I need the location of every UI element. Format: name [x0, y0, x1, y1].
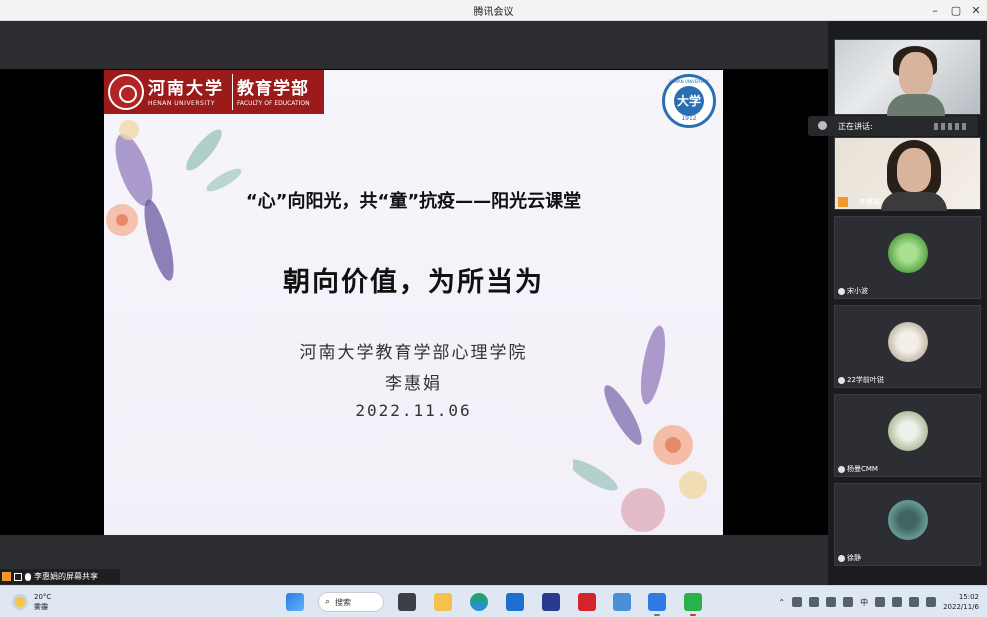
henan-university-logo: 河南大学 HENAN UNIVERSITY 教育学部 FACULTY OF ED…	[104, 70, 324, 114]
weather-haze-icon	[12, 594, 28, 610]
mcafee-icon[interactable]	[578, 593, 596, 611]
participant-tile[interactable]: 宋小波	[834, 216, 981, 299]
mic-icon	[838, 376, 845, 384]
cloud-icon[interactable]	[792, 597, 803, 607]
participant-avatar	[888, 322, 928, 362]
speaking-label: 正在讲话:	[838, 122, 873, 131]
participant-name: 李惠娟	[838, 197, 880, 207]
weather-desc: 雾霾	[34, 603, 48, 611]
participant-avatar	[888, 233, 928, 273]
active-app-indicator	[690, 614, 696, 616]
ime-indicator[interactable]: 中	[860, 597, 868, 608]
system-clock[interactable]: 15:02 2022/11/6	[943, 592, 979, 612]
mic-icon	[850, 198, 857, 206]
close-button[interactable]: ✕	[962, 0, 987, 21]
emblem-ring-text: HENAN UNIVERSITY	[669, 79, 709, 84]
volume-icon[interactable]	[909, 597, 920, 607]
mic-icon	[838, 554, 845, 562]
clock-time: 15:02	[958, 593, 979, 601]
wifi-icon[interactable]	[892, 597, 903, 607]
screen-share-icon	[14, 572, 22, 581]
tencent-meeting-icon[interactable]	[648, 593, 666, 611]
weather-text: 20°C 雾霾	[34, 592, 51, 612]
participant-tile[interactable]: 22学前叶锐	[834, 305, 981, 388]
participant-name-text: 宋小波	[847, 287, 868, 295]
participant-tile[interactable]	[834, 39, 981, 116]
screen-share-text: 李惠娟的屏幕共享	[34, 572, 98, 581]
mic-icon	[838, 465, 845, 473]
participant-name: 杨曼CMM	[838, 464, 878, 474]
windows-taskbar: 20°C 雾霾 ⌕ 搜索 ⌃ 中 15:02 2022/11/6	[0, 585, 987, 617]
sync-icon[interactable]	[809, 597, 820, 607]
screen-share-label[interactable]: 李惠娟的屏幕共享	[0, 569, 120, 584]
wechat-icon[interactable]	[684, 593, 702, 611]
host-icon	[838, 197, 848, 207]
mic-icon	[838, 287, 845, 295]
user-icon	[2, 572, 11, 581]
logo-university-cn: 河南大学	[148, 79, 224, 99]
participant-name: 22学前叶锐	[838, 375, 884, 385]
app-icon[interactable]	[542, 593, 560, 611]
logo-university-en: HENAN UNIVERSITY	[148, 100, 215, 107]
meeting-bottom-area	[0, 535, 828, 585]
mic-icon	[25, 572, 31, 581]
participant-face	[897, 148, 931, 192]
participant-name-text: 徐静	[847, 554, 861, 562]
emblem-year: 1912	[681, 115, 697, 122]
meeting-top-bar	[0, 21, 828, 69]
participant-tile[interactable]: 徐静	[834, 483, 981, 566]
participant-name-text: 杨曼CMM	[847, 465, 878, 473]
logo-faculty-cn: 教育学部	[237, 79, 309, 99]
window-title: 腾讯会议	[473, 7, 514, 18]
participant-name: 徐静	[838, 553, 861, 563]
input-mode-icon[interactable]	[875, 597, 886, 607]
slide-date: 2022.11.06	[355, 401, 472, 420]
start-button-icon[interactable]	[286, 593, 304, 611]
participant-avatar	[888, 500, 928, 540]
participant-body	[887, 94, 945, 116]
emblem-center: 大学	[674, 86, 704, 116]
speaking-indicator: 正在讲话:	[808, 116, 978, 136]
photos-icon[interactable]	[613, 593, 631, 611]
slide-subtitle: “心”向阳光，共“童”抗疫——阳光云课堂	[245, 191, 582, 212]
search-label: 搜索	[335, 597, 351, 607]
taskbar-search-box[interactable]: ⌕ 搜索	[318, 592, 384, 612]
weather-temp: 20°C	[34, 593, 52, 601]
keyboard-icon[interactable]	[826, 597, 837, 607]
participant-body	[881, 192, 947, 211]
chevron-up-icon[interactable]: ⌃	[778, 598, 785, 607]
participant-name-text: 李惠娟	[859, 198, 880, 206]
participant-face	[899, 52, 933, 96]
search-icon: ⌕	[325, 597, 331, 607]
participant-name-text: 22学前叶锐	[847, 376, 884, 384]
participant-tile[interactable]: 李惠娟	[834, 137, 981, 211]
clock-date: 2022/11/6	[943, 603, 979, 611]
store-icon[interactable]	[506, 593, 524, 611]
participant-avatar	[888, 411, 928, 451]
battery-icon[interactable]	[926, 597, 937, 607]
slide-title: 朝向价值，为所当为	[283, 267, 544, 298]
shared-slide: 河南大学 HENAN UNIVERSITY 教育学部 FACULTY OF ED…	[104, 70, 723, 535]
slide-author: 李惠娟	[385, 374, 442, 394]
task-view-icon[interactable]	[398, 593, 416, 611]
active-app-indicator	[654, 614, 660, 616]
slide-organization: 河南大学教育学部心理学院	[299, 343, 528, 363]
title-bar: 腾讯会议 – ▢ ✕	[0, 0, 987, 21]
university-emblem-icon: HENAN UNIVERSITY 大学 1912	[662, 74, 716, 128]
university-seal-icon	[108, 74, 144, 110]
participant-name: 宋小波	[838, 286, 868, 296]
edge-browser-icon[interactable]	[470, 593, 488, 611]
tencent-meeting-window: 腾讯会议 – ▢ ✕ 河南大学 HENAN UNIVERSITY 教育学部 FA…	[0, 0, 987, 585]
logo-separator	[232, 74, 233, 110]
microphone-icon[interactable]	[843, 597, 854, 607]
logo-faculty-en: FACULTY OF EDUCATION	[237, 100, 310, 107]
system-tray: ⌃ 中 15:02 2022/11/6	[778, 590, 979, 614]
file-explorer-icon[interactable]	[434, 593, 452, 611]
participant-tile[interactable]: 杨曼CMM	[834, 394, 981, 477]
weather-widget[interactable]: 20°C 雾霾	[12, 592, 51, 612]
speaker-icon	[818, 121, 827, 130]
audio-level-icon	[934, 123, 968, 130]
